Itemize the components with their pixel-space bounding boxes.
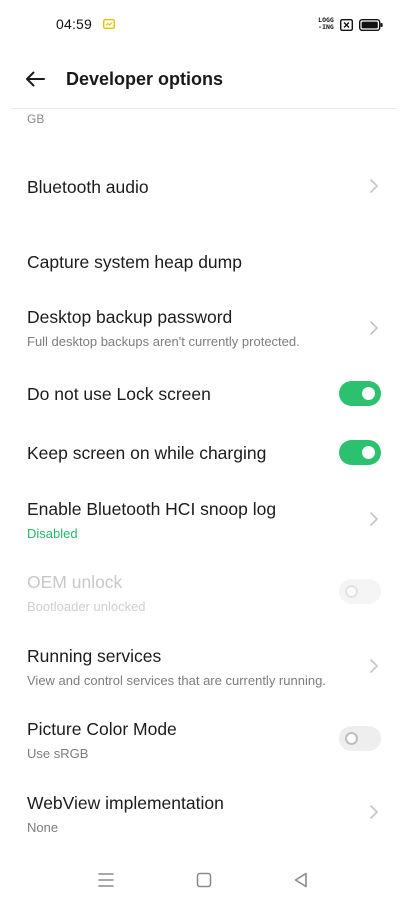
chevron-right-icon: [370, 321, 378, 335]
setting-bluetooth-audio[interactable]: Bluetooth audio: [0, 160, 407, 214]
setting-subtitle: Disabled: [27, 526, 78, 541]
setting-capture-heap-dump[interactable]: Capture system heap dump: [0, 236, 407, 288]
sim-card-icon: [340, 19, 353, 31]
setting-subtitle: View and control services that are curre…: [27, 673, 326, 688]
status-time: 04:59: [56, 16, 93, 32]
setting-title: Desktop backup password: [27, 307, 233, 327]
page-title: Developer options: [66, 69, 224, 89]
setting-subtitle: Full desktop backups aren't currently pr…: [27, 334, 300, 349]
menu-icon[interactable]: [94, 868, 118, 892]
setting-title: Picture Color Mode: [27, 719, 177, 739]
setting-title: Do not use Lock screen: [27, 384, 211, 404]
back-arrow-icon[interactable]: [20, 64, 50, 94]
keep-screen-on-toggle[interactable]: [339, 440, 381, 465]
toggle-knob: [345, 585, 358, 598]
setting-do-not-use-lock-screen[interactable]: Do not use Lock screen: [0, 368, 407, 420]
setting-title: Bluetooth audio: [27, 177, 149, 197]
chevron-right-icon: [370, 659, 378, 673]
setting-subtitle: Bootloader unlocked: [27, 599, 146, 614]
toggle-knob: [345, 732, 358, 745]
setting-title: Capture system heap dump: [27, 252, 242, 272]
setting-title: Keep screen on while charging: [27, 443, 267, 463]
lock-screen-toggle[interactable]: [339, 381, 381, 406]
oem-unlock-toggle: [339, 579, 381, 604]
chevron-right-icon: [370, 179, 378, 193]
setting-picture-color-mode[interactable]: Picture Color Mode Use sRGB: [0, 707, 407, 771]
back-triangle-icon[interactable]: [289, 868, 313, 892]
setting-subtitle: None: [27, 820, 59, 835]
battery-icon: [359, 19, 383, 31]
notification-icon: [103, 19, 115, 29]
setting-title: Running services: [27, 646, 162, 666]
previous-item-fragment: GB: [27, 112, 45, 126]
home-icon[interactable]: [192, 868, 216, 892]
chevron-right-icon: [370, 805, 378, 819]
setting-subtitle: Use sRGB: [27, 746, 89, 761]
setting-bluetooth-hci-snoop-log[interactable]: Enable Bluetooth HCI snoop log Disabled: [0, 487, 407, 551]
logging-icon: LOGG -ING: [318, 16, 334, 31]
picture-color-mode-toggle[interactable]: [339, 726, 381, 751]
setting-title: OEM unlock: [27, 572, 123, 592]
setting-keep-screen-on[interactable]: Keep screen on while charging: [0, 427, 407, 479]
header-divider: [10, 108, 397, 109]
setting-title: Enable Bluetooth HCI snoop log: [27, 499, 277, 519]
setting-oem-unlock: OEM unlock Bootloader unlocked: [0, 560, 407, 624]
setting-title: WebView implementation: [27, 793, 224, 813]
setting-webview-implementation[interactable]: WebView implementation None: [0, 781, 407, 845]
setting-desktop-backup-password[interactable]: Desktop backup password Full desktop bac…: [0, 296, 407, 360]
toggle-knob: [362, 446, 375, 459]
toggle-knob: [362, 387, 375, 400]
app-bar: Developer options: [0, 50, 407, 108]
chevron-right-icon: [370, 512, 378, 526]
status-bar: 04:59 LOGG -ING: [0, 0, 407, 50]
navigation-bar: [0, 856, 407, 904]
setting-running-services[interactable]: Running services View and control servic…: [0, 634, 407, 698]
